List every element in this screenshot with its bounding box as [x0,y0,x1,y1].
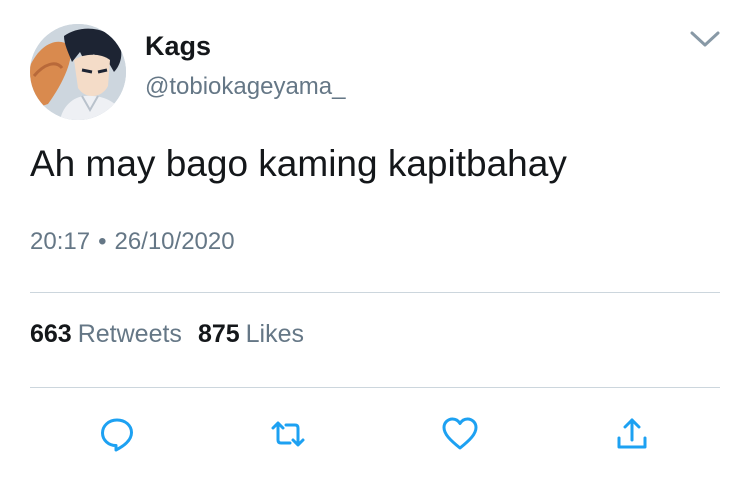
tweet-text: Ah may bago kaming kapitbahay [30,143,567,184]
like-button[interactable] [440,414,480,454]
likes-stat[interactable]: 875 Likes [198,320,304,348]
likes-count: 875 [197,320,240,348]
share-icon [617,418,647,449]
retweets-label: Retweets [77,320,182,348]
tweet-time: 20:17 [30,228,91,255]
tweet-timestamp[interactable]: 20:17 • 26/10/2020 [30,227,235,257]
divider [30,387,720,388]
retweet-button[interactable] [268,414,308,454]
divider [30,292,720,293]
reply-icon [101,418,133,452]
display-name[interactable]: Kags [145,30,211,62]
retweets-stat[interactable]: 663 Retweets [30,320,182,348]
heart-icon [442,417,478,450]
likes-label: Likes [245,320,305,348]
share-button[interactable] [612,414,652,454]
chevron-down-icon[interactable] [688,26,722,52]
avatar[interactable] [30,24,126,120]
reply-button[interactable] [97,414,137,454]
tweet-card: Kags @tobiokageyama_ Ah may bago kaming … [0,0,750,480]
retweets-count: 663 [30,320,72,348]
engagement-stats: 663 Retweets 875 Likes [30,318,304,350]
tweet-date: 26/10/2020 [114,228,235,255]
retweet-icon [271,421,305,447]
avatar-photo-icon [30,24,126,120]
meta-separator: • [98,228,107,255]
user-handle[interactable]: @tobiokageyama_ [145,72,345,102]
